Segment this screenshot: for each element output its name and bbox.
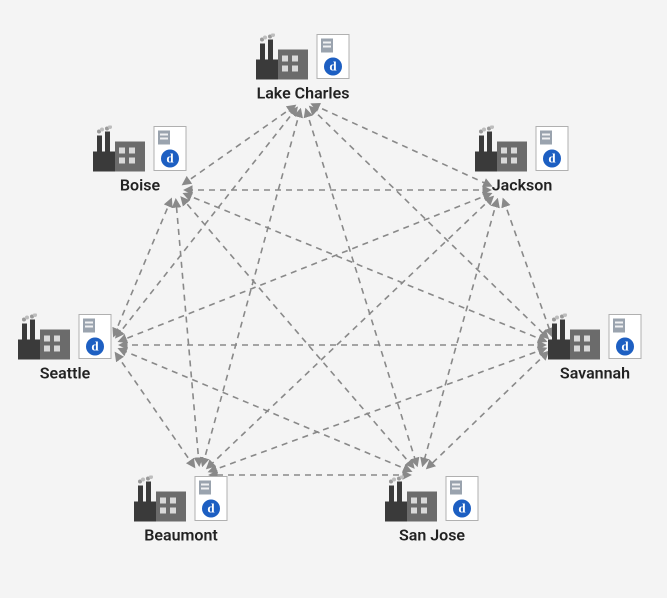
node-san-jose: d San Jose <box>385 476 479 545</box>
factory-icon <box>385 476 441 522</box>
node-icons: d <box>93 126 187 172</box>
svg-text:d: d <box>166 151 174 166</box>
document-icon: d <box>316 34 350 80</box>
node-icons: d <box>134 476 228 522</box>
node-lake-charles: d Lake Charles <box>256 34 350 103</box>
node-icons: d <box>18 314 112 360</box>
node-label: San Jose <box>385 526 479 545</box>
document-icon: d <box>194 476 228 522</box>
node-icons: d <box>385 476 479 522</box>
node-label: Jackson <box>475 176 569 195</box>
document-icon: d <box>78 314 112 360</box>
document-icon: d <box>445 476 479 522</box>
node-icons: d <box>475 126 569 172</box>
document-icon: d <box>153 126 187 172</box>
node-icons: d <box>256 34 350 80</box>
factory-icon <box>93 126 149 172</box>
factory-icon <box>256 34 312 80</box>
document-icon: d <box>535 126 569 172</box>
factory-icon <box>134 476 190 522</box>
svg-text:d: d <box>329 59 337 74</box>
node-label: Boise <box>93 176 187 195</box>
node-jackson: d Jackson <box>475 126 569 195</box>
document-icon: d <box>608 314 642 360</box>
node-icons: d <box>548 314 642 360</box>
node-savannah: d Savannah <box>548 314 642 383</box>
node-label: Seattle <box>18 364 112 383</box>
svg-text:d: d <box>91 339 99 354</box>
svg-text:d: d <box>458 501 466 516</box>
node-boise: d Boise <box>93 126 187 195</box>
node-label: Beaumont <box>134 526 228 545</box>
node-seattle: d Seattle <box>18 314 112 383</box>
network-diagram: d Lake Charles d Jackson d Savannah <box>0 0 667 598</box>
node-label: Lake Charles <box>256 84 350 103</box>
svg-text:d: d <box>207 501 215 516</box>
node-beaumont: d Beaumont <box>134 476 228 545</box>
factory-icon <box>18 314 74 360</box>
svg-text:d: d <box>548 151 556 166</box>
node-label: Savannah <box>548 364 642 383</box>
svg-text:d: d <box>621 339 629 354</box>
factory-icon <box>475 126 531 172</box>
factory-icon <box>548 314 604 360</box>
